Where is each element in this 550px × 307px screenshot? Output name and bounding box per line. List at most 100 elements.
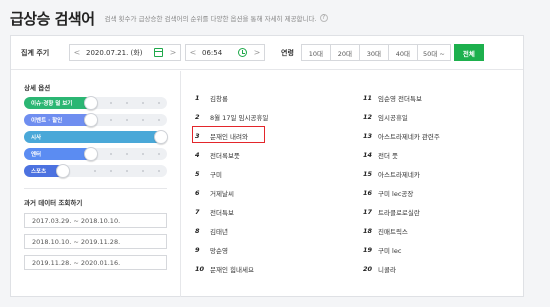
toggle-knob[interactable] (56, 164, 70, 178)
divider (24, 188, 167, 189)
rank-keyword[interactable]: 임시공휴일 (378, 112, 408, 122)
toggle-entertainment[interactable]: 엔터 (24, 147, 167, 161)
toggle-knob[interactable] (154, 130, 168, 144)
main-card: 집계 주기 < 2020.07.21. (화) > < 06:54 > 연령 1… (10, 35, 524, 297)
time-prev-button[interactable]: < (186, 48, 200, 57)
rank-keyword[interactable]: 망순영 (210, 245, 228, 255)
page-header: 급상승 검색어 검색 횟수가 급상승한 검색어의 순위를 다양한 옵션을 통해 … (10, 8, 328, 28)
rank-keyword[interactable]: 구미 (210, 169, 222, 179)
ranking-item[interactable]: 8 김태년 (195, 225, 228, 237)
ranking-item[interactable]: 20 니콜라 (363, 263, 396, 275)
ranking-item[interactable]: 19 구미 lec (363, 244, 401, 256)
past-range-button[interactable]: 2019.11.28. ~ 2020.01.16. (24, 255, 167, 270)
rank-keyword[interactable]: 전더 풋 (378, 150, 398, 160)
page-title: 급상승 검색어 (10, 9, 95, 28)
rank-keyword[interactable]: 김창룡 (210, 93, 228, 103)
rank-number: 8 (195, 227, 200, 235)
rank-keyword[interactable]: 트라클로로실란 (378, 207, 420, 217)
time-value: 06:54 (202, 48, 223, 57)
period-label: 집계 주기 (21, 48, 50, 57)
ranking-item[interactable]: 14 전더 풋 (363, 149, 398, 161)
ranking-item[interactable]: 12 임시공휴일 (363, 111, 408, 123)
ranking-item[interactable]: 6 거제날씨 (195, 187, 234, 199)
toggle-sports[interactable]: 스포츠 (24, 164, 167, 178)
age-label: 연령 (281, 48, 294, 57)
rank-number: 16 (363, 189, 373, 197)
clock-icon[interactable] (238, 48, 247, 57)
ranking-item[interactable]: 17 트라클로로실란 (363, 206, 420, 218)
ranking-item[interactable]: 16 구미 lec공장 (363, 187, 413, 199)
ranking-item[interactable]: 18 진매트릭스 (363, 225, 408, 237)
rank-keyword[interactable]: 8월 17일 임시공휴일 (210, 112, 268, 122)
rank-keyword[interactable]: 임순영 전더특보 (378, 93, 422, 103)
rank-number: 5 (195, 170, 200, 178)
ranking-item[interactable]: 9 망순영 (195, 244, 228, 256)
page: 급상승 검색어 검색 횟수가 급상승한 검색어의 순위를 다양한 옵션을 통해 … (0, 0, 550, 307)
toggle-knob[interactable] (84, 147, 98, 161)
toggle-event[interactable]: 이벤트 · 할인 (24, 113, 167, 127)
rank-number: 11 (363, 94, 373, 102)
time-next-button[interactable]: > (250, 48, 264, 57)
calendar-icon[interactable] (154, 48, 163, 57)
rank-number: 17 (363, 208, 373, 216)
ranking-item[interactable]: 10 문재인 힘내세요 (195, 263, 254, 275)
rank-number: 14 (363, 151, 373, 159)
age-button-20s[interactable]: 20대 (329, 44, 360, 61)
ranking-item[interactable]: 1 김창룡 (195, 92, 228, 104)
rank-keyword[interactable]: 니콜라 (378, 264, 396, 274)
rank-keyword[interactable]: 아스트라제네카 (378, 169, 420, 179)
toggle-event-label: 이벤트 · 할인 (24, 114, 92, 126)
ranking-item[interactable]: 5 구미 (195, 168, 222, 180)
toggle-news-label: 시사 (24, 131, 167, 143)
age-button-all[interactable]: 전체 (453, 44, 484, 61)
rank-number: 20 (363, 265, 373, 273)
rank-keyword[interactable]: 구미 lec (378, 245, 401, 255)
past-range-button[interactable]: 2017.03.29. ~ 2018.10.10. (24, 213, 167, 228)
rank-keyword[interactable]: 아스트라제네카 관련주 (378, 131, 440, 141)
rank-keyword[interactable]: 거제날씨 (210, 188, 234, 198)
rank-keyword[interactable]: 진매트릭스 (378, 226, 408, 236)
time-picker[interactable]: < 06:54 > (185, 44, 265, 61)
age-button-50s[interactable]: 50대 ~ (416, 44, 451, 61)
rank-number: 10 (195, 265, 205, 273)
highlight-box (192, 126, 265, 143)
options-panel: 상세 옵션 이슈·경향 덜 보기 이벤트 · 할인 시사 엔터 스포츠 과거 데… (11, 71, 181, 297)
date-next-button[interactable]: > (166, 48, 180, 57)
toggle-news[interactable]: 시사 (24, 130, 168, 144)
ranking-item[interactable]: 13 아스트라제네카 관련주 (363, 130, 440, 142)
rank-keyword[interactable]: 전더특보 (210, 207, 234, 217)
rank-number: 9 (195, 246, 200, 254)
toggle-knob[interactable] (84, 113, 98, 127)
toggle-issue-label: 이슈·경향 덜 보기 (24, 97, 92, 109)
rank-number: 6 (195, 189, 200, 197)
age-button-30s[interactable]: 30대 (358, 44, 389, 61)
ranking-item[interactable]: 2 8월 17일 임시공휴일 (195, 111, 268, 123)
options-title: 상세 옵션 (24, 84, 51, 92)
ranking-item[interactable]: 15 아스트라제네카 (363, 168, 420, 180)
ranking-item[interactable]: 7 전더특보 (195, 206, 234, 218)
rank-number: 12 (363, 113, 373, 121)
toggle-entertainment-label: 엔터 (24, 148, 92, 160)
past-data-title: 과거 데이터 조회하기 (24, 199, 83, 207)
ranking-item[interactable]: 4 전더록보풋 (195, 149, 240, 161)
toggle-knob[interactable] (84, 96, 98, 110)
rank-keyword[interactable]: 구미 lec공장 (378, 188, 413, 198)
rank-number: 2 (195, 113, 200, 121)
ranking-item[interactable]: 11 임순영 전더특보 (363, 92, 422, 104)
date-value: 2020.07.21. (화) (86, 48, 143, 57)
rank-number: 4 (195, 151, 200, 159)
page-description: 검색 횟수가 급상승한 검색어의 순위를 다양한 옵션을 통해 자세히 제공합니… (104, 15, 317, 23)
date-picker[interactable]: < 2020.07.21. (화) > (69, 44, 181, 61)
rank-keyword[interactable]: 전더록보풋 (210, 150, 240, 160)
age-button-40s[interactable]: 40대 (387, 44, 418, 61)
rank-number: 15 (363, 170, 373, 178)
toggle-issue[interactable]: 이슈·경향 덜 보기 (24, 96, 167, 110)
rank-number: 18 (363, 227, 373, 235)
age-button-10s[interactable]: 10대 (300, 44, 331, 61)
date-prev-button[interactable]: < (70, 48, 84, 57)
rank-keyword[interactable]: 김태년 (210, 226, 228, 236)
past-range-button[interactable]: 2018.10.10. ~ 2019.11.28. (24, 234, 167, 249)
info-icon[interactable]: ? (319, 14, 328, 22)
rank-keyword[interactable]: 문재인 힘내세요 (210, 264, 254, 274)
rank-number: 19 (363, 246, 373, 254)
